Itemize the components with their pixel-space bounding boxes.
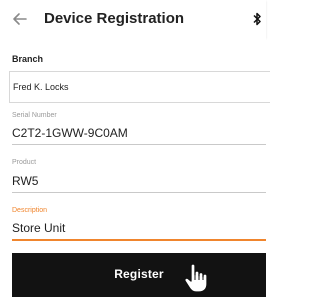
description-field[interactable]: Store Unit: [12, 221, 266, 241]
serial-number-field[interactable]: C2T2-1GWW-9C0AM: [12, 126, 266, 145]
branch-label: Branch: [12, 54, 44, 64]
app-bar: Device Registration: [0, 0, 266, 38]
branch-value: Fred K. Locks: [13, 82, 69, 92]
product-label: Product: [12, 159, 37, 166]
registration-form: Branch Fred K. Locks Serial Number C2T2-…: [0, 38, 270, 307]
serial-number-label: Serial Number: [12, 112, 57, 119]
register-button[interactable]: Register: [12, 253, 266, 297]
hand-pointer-icon: [184, 263, 208, 293]
product-field[interactable]: RW5: [12, 174, 266, 193]
branch-select[interactable]: Fred K. Locks: [9, 71, 270, 103]
register-label: Register: [114, 267, 164, 281]
arrow-left-icon[interactable]: [10, 9, 30, 29]
description-label: Description: [12, 207, 48, 214]
page-title: Device Registration: [44, 10, 185, 27]
bluetooth-icon: [253, 12, 261, 26]
